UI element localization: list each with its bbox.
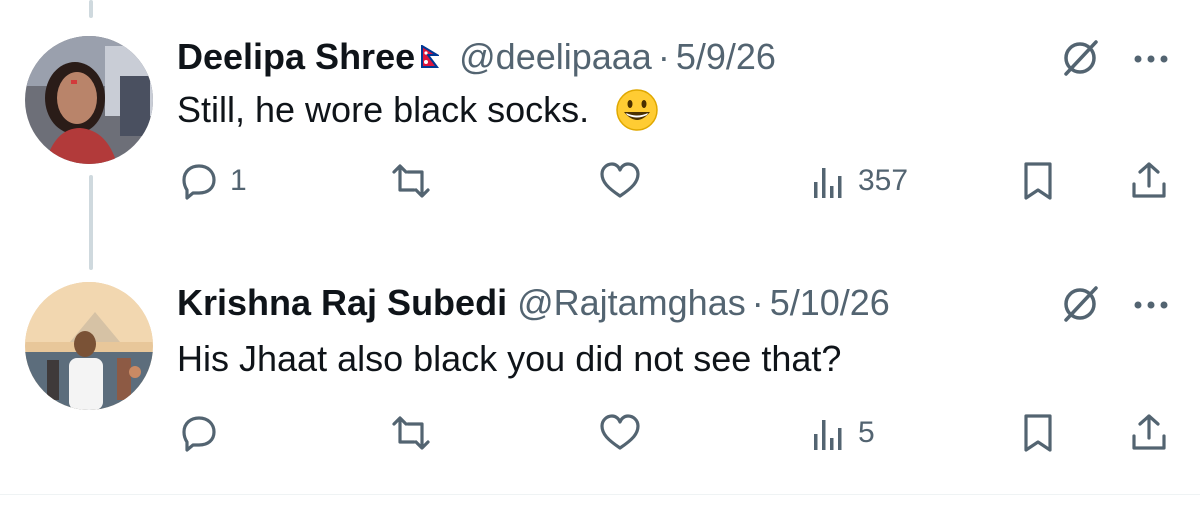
share-button[interactable] bbox=[1128, 160, 1170, 202]
avatar[interactable] bbox=[25, 282, 153, 410]
more-options-icon[interactable] bbox=[1133, 300, 1169, 310]
view-count: 5 bbox=[858, 416, 875, 449]
heart-icon bbox=[600, 414, 640, 450]
like-button[interactable] bbox=[598, 412, 652, 454]
views-button[interactable]: 357 bbox=[810, 160, 908, 202]
tweet-header: Deelipa Shree @deelipaaa · 5/9/26 bbox=[177, 32, 776, 82]
separator-dot: · bbox=[657, 36, 670, 77]
share-button[interactable] bbox=[1128, 412, 1170, 454]
reply-icon bbox=[182, 416, 216, 452]
author-handle[interactable]: @Rajtamghas bbox=[517, 282, 746, 324]
grok-icon[interactable] bbox=[1058, 282, 1102, 326]
repost-button[interactable] bbox=[386, 160, 446, 202]
author-name[interactable]: Krishna Raj Subedi bbox=[177, 282, 507, 324]
grinning-face-emoji-icon bbox=[616, 89, 658, 131]
more-options-icon[interactable] bbox=[1133, 54, 1169, 64]
bottom-divider bbox=[0, 494, 1200, 495]
reply-button[interactable] bbox=[178, 412, 230, 454]
author-name[interactable]: Deelipa Shree bbox=[177, 36, 415, 78]
action-bar: 5 bbox=[0, 412, 1200, 462]
bookmark-icon bbox=[1024, 162, 1052, 200]
bookmark-button[interactable] bbox=[1018, 160, 1058, 202]
views-button[interactable]: 5 bbox=[810, 412, 875, 454]
repost-icon bbox=[392, 416, 430, 450]
views-icon bbox=[814, 168, 842, 198]
repost-button[interactable] bbox=[386, 412, 446, 454]
like-button[interactable] bbox=[598, 160, 652, 202]
tweet-text: His Jhaat also black you did not see tha… bbox=[177, 338, 842, 379]
timestamp[interactable]: 5/10/26 bbox=[770, 282, 890, 324]
share-icon bbox=[1132, 414, 1166, 450]
reply-button[interactable]: 1 bbox=[178, 160, 247, 202]
reply-icon bbox=[182, 164, 216, 200]
avatar[interactable] bbox=[25, 36, 153, 164]
separator-dot: · bbox=[751, 282, 764, 323]
action-bar: 1 357 bbox=[0, 160, 1200, 210]
bookmark-icon bbox=[1024, 414, 1052, 452]
grok-icon[interactable] bbox=[1058, 36, 1102, 80]
bookmark-button[interactable] bbox=[1018, 412, 1058, 454]
tweet-header: Krishna Raj Subedi @Rajtamghas · 5/10/26 bbox=[177, 278, 890, 328]
author-handle[interactable]: @deelipaaa bbox=[459, 36, 652, 78]
reply-count: 1 bbox=[230, 164, 247, 197]
share-icon bbox=[1132, 162, 1166, 198]
views-icon bbox=[814, 420, 842, 450]
reply-tweet-1[interactable]: Deelipa Shree @deelipaaa · 5/9/26 Still,… bbox=[0, 30, 1200, 270]
heart-icon bbox=[600, 162, 640, 198]
tweet-text-row: Still, he wore black socks. bbox=[177, 88, 659, 132]
nepal-flag-icon bbox=[421, 45, 440, 69]
timestamp[interactable]: 5/9/26 bbox=[676, 36, 776, 78]
thread-line-top bbox=[89, 0, 93, 18]
tweet-text: Still, he wore black socks. bbox=[177, 89, 590, 130]
reply-tweet-2[interactable]: Krishna Raj Subedi @Rajtamghas · 5/10/26… bbox=[0, 276, 1200, 516]
tweet-text-row: His Jhaat also black you did not see tha… bbox=[177, 338, 841, 380]
view-count: 357 bbox=[858, 164, 909, 197]
repost-icon bbox=[392, 164, 430, 198]
